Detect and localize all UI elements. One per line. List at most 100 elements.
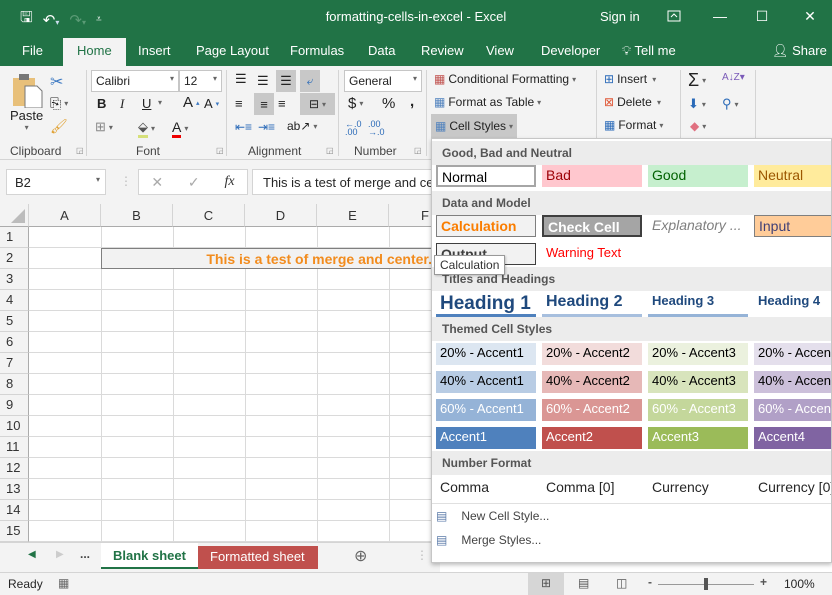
dialog-launcher-icon[interactable]: ◲ — [76, 146, 84, 155]
cell-style-20-accent2[interactable]: 20% - Accent2 — [542, 343, 642, 365]
tab-formulas[interactable]: Formulas — [290, 43, 344, 58]
merged-cell-b2[interactable]: This is a test of merge and center. — [101, 248, 440, 269]
increase-font-icon[interactable]: A ▴ — [183, 94, 200, 111]
decrease-font-icon[interactable]: A ▾ — [204, 96, 219, 111]
clear-icon[interactable]: ◆ ▾ — [690, 119, 706, 133]
dialog-launcher-icon[interactable]: ◲ — [414, 146, 422, 155]
cell-style-warning-text[interactable]: Warning Text — [542, 243, 642, 265]
sheet-tab-blank-sheet[interactable]: Blank sheet — [101, 543, 198, 569]
cell-style-40-accent1[interactable]: 40% - Accent1 — [436, 371, 536, 393]
cell-style-40-accent3[interactable]: 40% - Accent3 — [648, 371, 748, 393]
more-sheets-button[interactable]: ... — [80, 547, 90, 561]
cell-style-heading-2[interactable]: Heading 2 — [542, 291, 642, 317]
row-header-10[interactable]: 10 — [0, 416, 29, 437]
tell-me-box[interactable]: 💡︎ Tell me — [622, 43, 676, 59]
worksheet-grid[interactable]: A B C D E F 1 2 3 4 5 6 7 8 9 10 11 12 13 14 15 This i… — [0, 204, 440, 542]
insert-function-icon[interactable]: fx — [224, 174, 234, 190]
cell-style-currency[interactable]: Currency — [648, 477, 748, 499]
sheet-tab-formatted-sheet[interactable]: Formatted sheet — [198, 546, 318, 569]
cell-style-neutral[interactable]: Neutral — [754, 165, 831, 187]
tab-review[interactable]: Review — [421, 43, 464, 58]
cell-style-comma[interactable]: Comma — [436, 477, 536, 499]
wrap-text-icon[interactable]: ⤶ — [300, 70, 320, 92]
select-all-corner[interactable] — [0, 204, 29, 227]
align-center-icon[interactable]: ≡ — [254, 93, 274, 115]
column-header-d[interactable]: D — [245, 204, 317, 227]
font-name-select[interactable]: Calibri ▾ — [91, 70, 179, 92]
row-header-8[interactable]: 8 — [0, 374, 29, 395]
sign-in-link[interactable]: Sign in — [600, 9, 640, 24]
cell-style-heading-4[interactable]: Heading 4 — [754, 291, 831, 317]
column-header-a[interactable]: A — [29, 204, 101, 227]
cell-style-accent4[interactable]: Accent4 — [754, 427, 831, 449]
add-sheet-icon[interactable]: ⊕ — [354, 546, 367, 566]
row-header-11[interactable]: 11 — [0, 437, 29, 458]
cell-style-20-accent3[interactable]: 20% - Accent3 — [648, 343, 748, 365]
row-header-14[interactable]: 14 — [0, 500, 29, 521]
tab-file[interactable]: File — [22, 43, 43, 58]
underline-button[interactable]: U — [142, 96, 151, 111]
dialog-launcher-icon[interactable]: ◲ — [216, 146, 224, 155]
top-align-icon[interactable]: ☰ — [235, 71, 247, 87]
currency-button[interactable]: $ ▾ — [348, 95, 363, 112]
row-header-9[interactable]: 9 — [0, 395, 29, 416]
row-header-7[interactable]: 7 — [0, 353, 29, 374]
fill-color-icon[interactable]: ⬙ ▾ — [138, 119, 155, 138]
sort-filter-icon[interactable]: A↓Z▾ — [722, 72, 745, 83]
cell-style-heading-3[interactable]: Heading 3 — [648, 291, 748, 317]
cell-style-input[interactable]: Input — [754, 215, 831, 237]
cell-style-heading-1[interactable]: Heading 1 — [436, 291, 536, 317]
resize-handle[interactable]: ⋮ — [120, 174, 132, 188]
cell-style-good[interactable]: Good — [648, 165, 748, 187]
borders-icon[interactable]: ⊞ ▾ — [95, 119, 113, 135]
tab-insert[interactable]: Insert — [138, 43, 171, 58]
scroll-left-icon[interactable]: ◀ — [28, 549, 36, 560]
align-right-icon[interactable]: ≡ — [278, 96, 286, 111]
zoom-in-button[interactable]: + — [760, 575, 767, 589]
cut-icon[interactable]: ✂ — [50, 72, 63, 92]
fill-icon[interactable]: ⬇ ▾ — [688, 96, 706, 112]
page-break-view-icon[interactable]: ◫ — [616, 576, 627, 590]
font-color-icon[interactable]: A ▾ — [172, 119, 188, 138]
paste-button[interactable]: Paste ▾ — [10, 72, 43, 132]
close-icon[interactable]: ✕ — [800, 6, 820, 26]
tab-home[interactable]: Home — [63, 38, 126, 66]
insert-cells-button[interactable]: ⊞ Insert ▾ — [604, 72, 656, 86]
cell-style-currency-0[interactable]: Currency [0] — [754, 477, 831, 499]
zoom-slider-thumb[interactable] — [704, 578, 708, 590]
font-size-select[interactable]: 12 ▾ — [179, 70, 222, 92]
ribbon-display-icon[interactable] — [664, 6, 684, 26]
cell-style-60-accent2[interactable]: 60% - Accent2 — [542, 399, 642, 421]
cell-style-20-accent4[interactable]: 20% - Accent4 — [754, 343, 831, 365]
copy-icon[interactable]: ⎘ ▾ — [50, 95, 68, 112]
middle-align-icon[interactable]: ☰ — [257, 73, 269, 89]
underline-dropdown[interactable]: ▾ — [158, 98, 162, 107]
align-left-icon[interactable]: ≡ — [235, 96, 243, 111]
row-header-13[interactable]: 13 — [0, 479, 29, 500]
tab-page-layout[interactable]: Page Layout — [196, 43, 269, 58]
cell-style-bad[interactable]: Bad — [542, 165, 642, 187]
row-header-2[interactable]: 2 — [0, 248, 29, 269]
cell-style-check-cell[interactable]: Check Cell — [542, 215, 642, 237]
tab-view[interactable]: View — [486, 43, 514, 58]
tab-developer[interactable]: Developer — [541, 43, 600, 58]
name-box[interactable]: B2 ▾ — [6, 169, 106, 195]
share-button[interactable]: 👤︎ Share — [772, 43, 827, 59]
macro-recording-icon[interactable]: ▦ — [58, 576, 69, 590]
cancel-icon[interactable]: ✕ — [151, 174, 163, 191]
row-header-15[interactable]: 15 — [0, 521, 29, 542]
find-select-icon[interactable]: ⚲ ▾ — [722, 96, 739, 112]
autosum-button[interactable]: Σ ▾ — [688, 70, 706, 91]
delete-cells-button[interactable]: ⊠ Delete ▾ — [604, 95, 661, 109]
column-header-b[interactable]: B — [101, 204, 173, 227]
tab-data[interactable]: Data — [368, 43, 395, 58]
cell-style-accent2[interactable]: Accent2 — [542, 427, 642, 449]
merge-styles-menu-item[interactable]: ▤ Merge Styles... — [436, 533, 541, 547]
page-layout-view-icon[interactable]: ▤ — [578, 576, 589, 590]
normal-view-icon[interactable]: ⊞ — [528, 573, 564, 595]
increase-indent-icon[interactable]: ⇥≡ — [258, 120, 275, 134]
decrease-indent-icon[interactable]: ⇤≡ — [235, 120, 252, 134]
row-header-5[interactable]: 5 — [0, 311, 29, 332]
format-as-table-button[interactable]: ▦ Format as Table ▾ — [434, 95, 541, 109]
increase-decimal-icon[interactable]: ←.0.00 — [345, 120, 362, 137]
